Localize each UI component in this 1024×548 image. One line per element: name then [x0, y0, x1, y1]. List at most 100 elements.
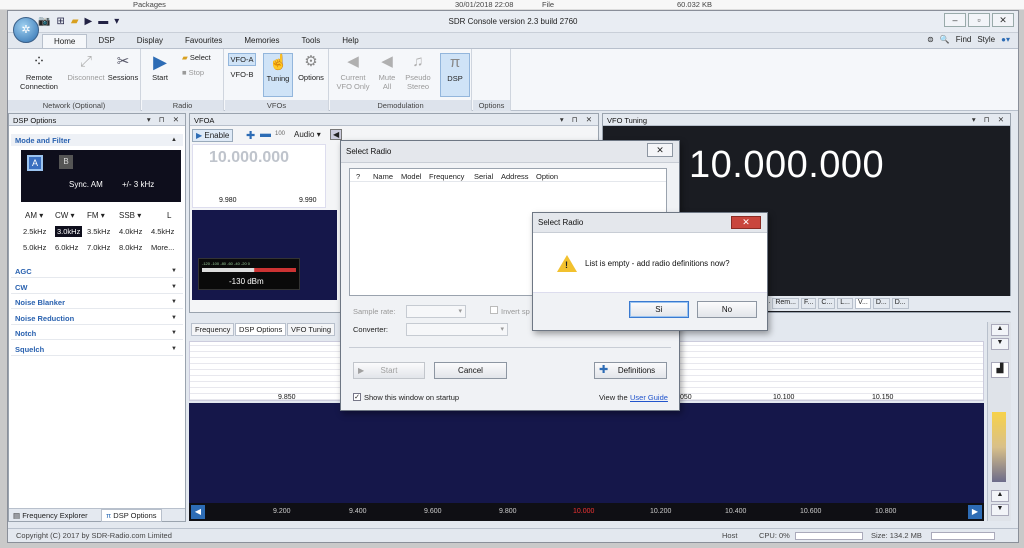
- filter-button[interactable]: 4.0kHz: [119, 227, 142, 236]
- tab-dsp[interactable]: DSP: [87, 34, 125, 48]
- minimize-button[interactable]: –: [944, 13, 966, 27]
- column-header[interactable]: Frequency: [429, 172, 464, 181]
- mute-all-button[interactable]: ◀ Mute All: [374, 53, 400, 91]
- column-header[interactable]: Name: [373, 172, 393, 181]
- start-button[interactable]: ▶ Start: [146, 53, 174, 82]
- tab-f[interactable]: F...: [800, 298, 817, 309]
- tab-v[interactable]: V...: [854, 298, 871, 309]
- section-cw[interactable]: CW ▼: [11, 281, 183, 294]
- mode-cw[interactable]: CW ▾: [55, 211, 75, 220]
- find-button[interactable]: Find: [956, 35, 972, 44]
- disconnect-button[interactable]: ⤢ Disconnect: [63, 53, 109, 82]
- pseudo-stereo-button[interactable]: ♫ Pseudo Stereo: [402, 53, 434, 91]
- add-icon[interactable]: ✚: [246, 129, 255, 142]
- invert-checkbox[interactable]: [490, 306, 498, 314]
- tab-tools[interactable]: Tools: [291, 34, 332, 48]
- audio-dropdown[interactable]: Audio ▾: [294, 130, 321, 139]
- sessions-button[interactable]: ✂ Sessions: [106, 53, 140, 82]
- column-header[interactable]: Address: [501, 172, 529, 181]
- definitions-button[interactable]: ✚ Definitions: [594, 362, 667, 379]
- tab-dsp-options[interactable]: π DSP Options: [101, 509, 162, 522]
- tab-memories[interactable]: Memories: [233, 34, 290, 48]
- user-guide-link[interactable]: User Guide: [630, 393, 668, 402]
- tab-c[interactable]: C...: [818, 298, 836, 309]
- step-value[interactable]: 100: [275, 131, 285, 137]
- panel-controls-icon[interactable]: ▾ ⊓ ✕: [972, 115, 1007, 124]
- expand-down-icon[interactable]: ▼: [991, 504, 1009, 516]
- expand-up-icon[interactable]: ▲: [991, 490, 1009, 502]
- scroll-left-button[interactable]: ◀: [191, 505, 205, 519]
- sample-rate-select[interactable]: [406, 305, 466, 318]
- style-button[interactable]: Style: [977, 35, 995, 44]
- section-noise-blanker[interactable]: Noise Blanker ▼: [11, 296, 183, 309]
- tab-favourites[interactable]: Favourites: [174, 34, 233, 48]
- more-filters-button[interactable]: More...: [151, 243, 174, 252]
- mode-am[interactable]: AM ▾: [25, 211, 43, 220]
- spectrum-icon[interactable]: ▟: [991, 362, 1009, 378]
- mode-filter-section[interactable]: Mode and Filter ▲: [11, 134, 183, 146]
- filter-button[interactable]: 4.5kHz: [151, 227, 174, 236]
- tab-home[interactable]: Home: [42, 34, 88, 48]
- tab-dsp-options-lower[interactable]: DSP Options: [235, 323, 287, 336]
- filter-button[interactable]: 2.5kHz: [23, 227, 46, 236]
- panel-controls-icon[interactable]: ▾ ⊓ ✕: [147, 115, 182, 124]
- vfo-a-button[interactable]: VFO-A: [228, 53, 256, 66]
- panel-controls-icon[interactable]: ▾ ⊓ ✕: [560, 115, 595, 124]
- tab-frequency[interactable]: Frequency: [191, 323, 235, 336]
- tab-d1[interactable]: D...: [872, 298, 890, 309]
- tab-display[interactable]: Display: [126, 34, 174, 48]
- vfo-tuning-frequency[interactable]: 10.000.000: [689, 144, 884, 187]
- waterfall-display[interactable]: [189, 403, 984, 503]
- tab-remote[interactable]: Rem...: [772, 298, 799, 309]
- tab-frequency-explorer[interactable]: ▤ Frequency Explorer: [13, 511, 88, 520]
- yes-button[interactable]: Sì: [629, 301, 689, 318]
- mode-ssb[interactable]: SSB ▾: [119, 211, 141, 220]
- tab-vfo-tuning[interactable]: VFO Tuning: [287, 323, 336, 336]
- filter-button-selected[interactable]: 3.0kHz: [55, 226, 83, 237]
- close-icon[interactable]: ✕: [647, 143, 673, 157]
- section-noise-reduction[interactable]: Noise Reduction ▼: [11, 312, 183, 325]
- column-header[interactable]: Model: [401, 172, 421, 181]
- app-menu-button[interactable]: ✲: [13, 17, 39, 43]
- no-button[interactable]: No: [697, 301, 757, 318]
- filter-button[interactable]: 5.0kHz: [23, 243, 46, 252]
- column-header[interactable]: Serial: [474, 172, 493, 181]
- vfo-b-selector[interactable]: B: [59, 155, 73, 169]
- dsp-button[interactable]: π DSP: [440, 53, 470, 97]
- tab-d2[interactable]: D...: [891, 298, 909, 309]
- close-icon[interactable]: ✕: [731, 216, 761, 229]
- filter-button[interactable]: 7.0kHz: [87, 243, 110, 252]
- converter-select[interactable]: [406, 323, 508, 336]
- help-icon[interactable]: ●▾: [1001, 35, 1010, 44]
- search-icon[interactable]: 🔍: [940, 35, 950, 44]
- options-button[interactable]: ⚙ Options: [295, 53, 327, 82]
- filter-button[interactable]: 6.0kHz: [55, 243, 78, 252]
- vfo-b-button[interactable]: VFO-B: [228, 69, 256, 80]
- filter-button[interactable]: 3.5kHz: [87, 227, 110, 236]
- tuning-button[interactable]: ☝ Tuning: [263, 53, 293, 97]
- section-agc[interactable]: AGC ▼: [11, 265, 183, 278]
- close-window-button[interactable]: ✕: [992, 13, 1014, 27]
- filter-button[interactable]: 8.0kHz: [119, 243, 142, 252]
- enable-button[interactable]: ▶ Enable: [192, 129, 234, 142]
- maximize-button[interactable]: ▫: [968, 13, 990, 27]
- remote-connection-button[interactable]: ⁘ Remote Connection: [14, 53, 64, 91]
- mode-fm[interactable]: FM ▾: [87, 211, 105, 220]
- section-notch[interactable]: Notch ▼: [11, 327, 183, 340]
- select-button[interactable]: ▰ Select: [182, 53, 222, 62]
- section-squelch[interactable]: Squelch ▼: [11, 343, 183, 356]
- scroll-up-icon[interactable]: ▲: [991, 324, 1009, 336]
- show-startup-checkbox[interactable]: ✓: [353, 393, 361, 401]
- layout-icon[interactable]: ⊜: [927, 35, 934, 44]
- tab-help[interactable]: Help: [331, 34, 369, 48]
- tab-l[interactable]: L...: [837, 298, 853, 309]
- start-button[interactable]: ▶ Start: [353, 362, 425, 379]
- scroll-right-button[interactable]: ▶: [968, 505, 982, 519]
- current-vfo-only-button[interactable]: ◀ Current VFO Only: [333, 53, 373, 91]
- column-header[interactable]: ?: [356, 172, 360, 181]
- stop-button[interactable]: ■ Stop: [182, 68, 222, 77]
- cancel-button[interactable]: Cancel: [434, 362, 507, 379]
- remove-icon[interactable]: ▬: [260, 128, 271, 140]
- speaker-icon[interactable]: ◀: [330, 129, 343, 140]
- scroll-down-icon[interactable]: ▼: [991, 338, 1009, 350]
